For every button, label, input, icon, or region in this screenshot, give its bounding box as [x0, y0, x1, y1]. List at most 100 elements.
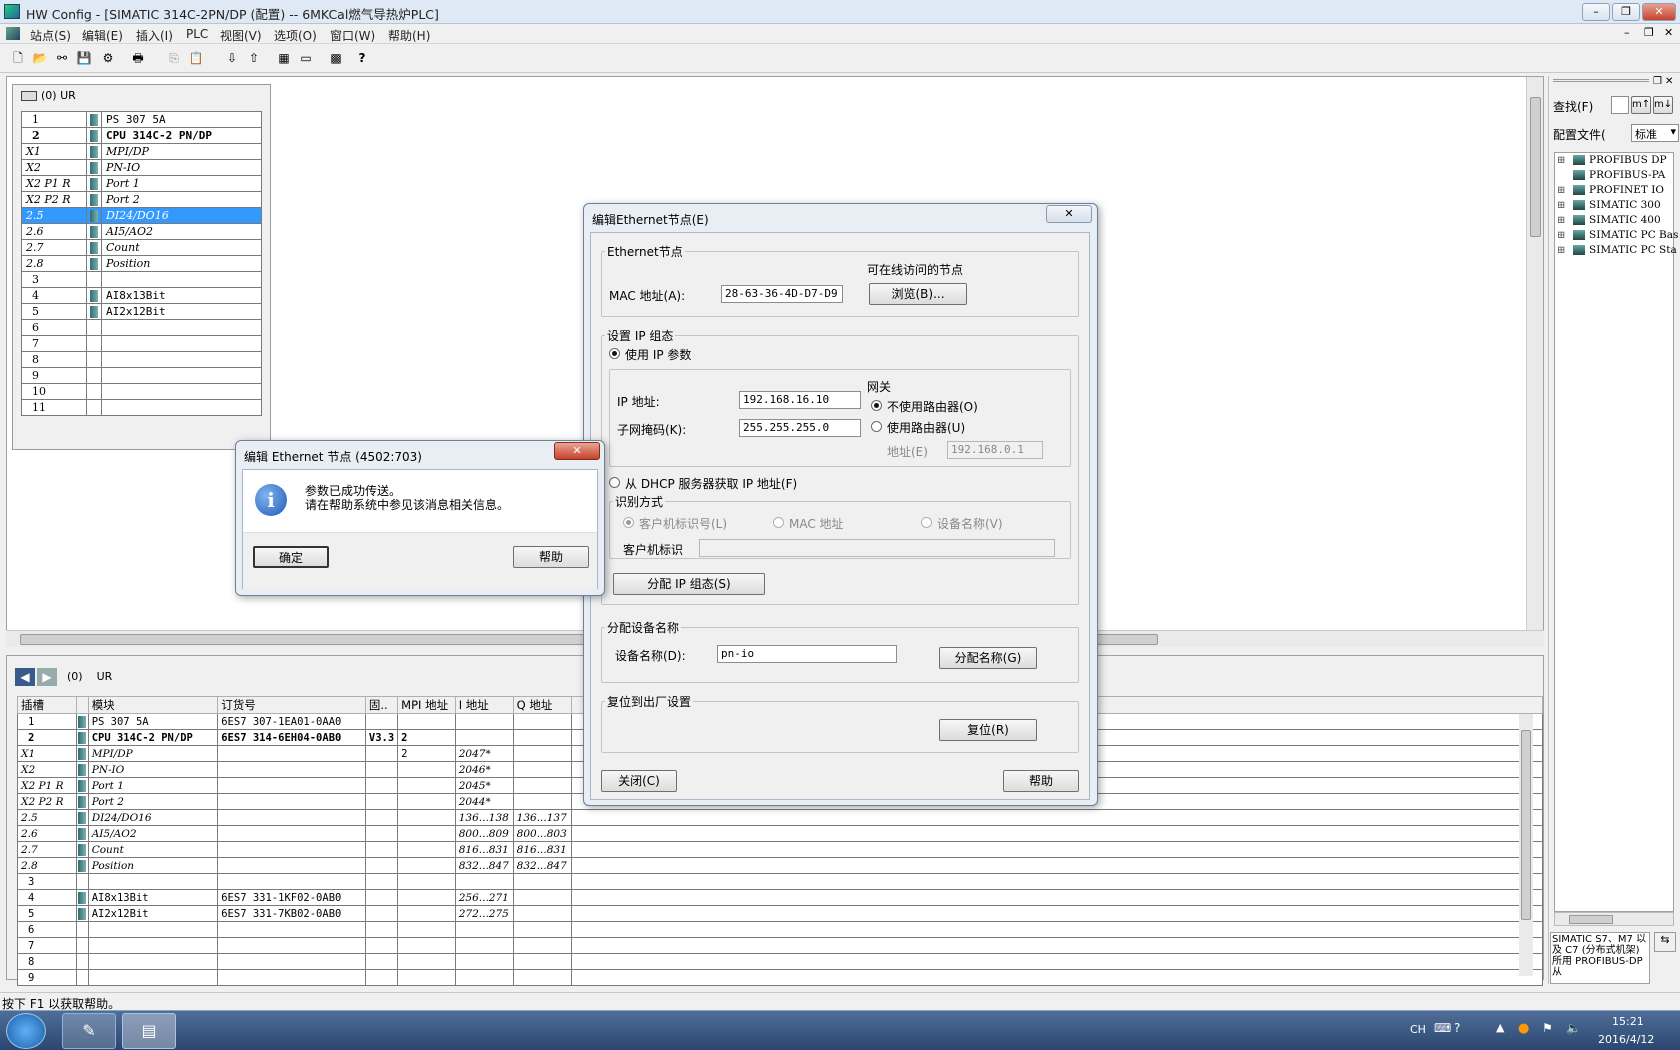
- clock-date[interactable]: 2016/4/12: [1598, 1033, 1654, 1046]
- download-icon[interactable]: ⇩: [222, 48, 242, 68]
- catalog-tree[interactable]: ⊞ PROFIBUS DP PROFIBUS-PA ⊞ PROFINET IO ⊞ SIM…: [1554, 152, 1678, 912]
- menu-insert[interactable]: 插入(I): [136, 27, 173, 44]
- mdi-minimize-icon[interactable]: –: [1624, 26, 1630, 39]
- assign-ip-button[interactable]: 分配 IP 组态(S): [613, 573, 765, 595]
- expand-icon[interactable]: ⊞: [1557, 245, 1569, 256]
- catalog-icon[interactable]: ▦: [274, 48, 294, 68]
- expand-icon[interactable]: ⊞: [1557, 185, 1569, 196]
- compile-icon[interactable]: ⚙: [98, 48, 118, 68]
- volume-icon[interactable]: 🔈: [1566, 1021, 1581, 1035]
- catalog-tree-item[interactable]: PROFIBUS-PA: [1557, 169, 1665, 181]
- rack-row[interactable]: X1 MPI/DP: [21, 143, 262, 160]
- column-header[interactable]: 模块: [87, 696, 219, 714]
- paste-icon[interactable]: 📋: [186, 48, 206, 68]
- eth-dialog-close-button[interactable]: ✕: [1046, 205, 1092, 223]
- catalog-hscroll[interactable]: [1554, 912, 1674, 926]
- eth-help-button[interactable]: 帮助: [1003, 770, 1079, 792]
- table-row[interactable]: 7: [17, 937, 1544, 954]
- table-row[interactable]: 2.6 AI5/AO2 800...809 800...803: [17, 825, 1544, 842]
- rack-row[interactable]: 4 AI8x13Bit: [21, 287, 262, 304]
- profile-select[interactable]: 标准 ▾: [1631, 124, 1679, 142]
- client-id-radio[interactable]: [623, 517, 634, 528]
- rack-ur[interactable]: (0) UR 1 PS 307 5A 2 CPU 314C-2 PN/DP X1 MPI/…: [12, 84, 271, 450]
- table-row[interactable]: 6: [17, 921, 1544, 938]
- use-router-radio[interactable]: [871, 421, 882, 432]
- table-row[interactable]: 3: [17, 873, 1544, 890]
- catalog-tree-item[interactable]: ⊞ PROFINET IO: [1557, 184, 1664, 196]
- help-tray-icon[interactable]: ?: [1454, 1021, 1460, 1035]
- menu-options[interactable]: 选项(O): [274, 27, 317, 44]
- back-arrow-icon[interactable]: ◀: [15, 668, 35, 686]
- ok-button[interactable]: 确定: [253, 546, 329, 568]
- browse-button[interactable]: 浏览(B)...: [869, 283, 967, 305]
- column-header[interactable]: [75, 696, 89, 714]
- catalog-close-icon[interactable]: ✕: [1665, 76, 1673, 87]
- expand-icon[interactable]: ⊞: [1557, 215, 1569, 226]
- rack-row[interactable]: X2 P2 R Port 2: [21, 191, 262, 208]
- catalog-tree-item[interactable]: ⊞ SIMATIC PC Bas: [1557, 229, 1678, 241]
- catalog-tree-item[interactable]: ⊞ SIMATIC 300: [1557, 199, 1661, 211]
- network-icon[interactable]: ⚯: [52, 48, 72, 68]
- find-input[interactable]: [1611, 96, 1629, 114]
- menu-help[interactable]: 帮助(H): [388, 27, 430, 44]
- router-address-input[interactable]: 192.168.0.1: [947, 441, 1043, 459]
- subnet-mask-input[interactable]: 255.255.255.0: [739, 419, 861, 437]
- mac-address-radio[interactable]: [773, 517, 784, 528]
- find-prev-button[interactable]: m↓: [1653, 96, 1673, 114]
- rack-row[interactable]: 8: [21, 351, 262, 368]
- message-help-button[interactable]: 帮助: [513, 546, 589, 568]
- taskbar-app-hwconfig[interactable]: ▤: [122, 1013, 176, 1049]
- client-id-input[interactable]: [699, 539, 1055, 557]
- open-icon[interactable]: 📂: [30, 48, 50, 68]
- rack-row[interactable]: 2.5 DI24/DO16: [21, 207, 262, 224]
- language-indicator[interactable]: CH: [1410, 1023, 1426, 1036]
- no-router-radio[interactable]: [871, 400, 882, 411]
- expand-icon[interactable]: ⊞: [1557, 155, 1569, 166]
- show-hidden-icons[interactable]: ▲: [1496, 1021, 1504, 1034]
- forward-arrow-icon[interactable]: ▶: [37, 668, 57, 686]
- menu-edit[interactable]: 编辑(E): [82, 27, 123, 44]
- taskbar-app-1[interactable]: ✎: [62, 1013, 116, 1049]
- rack-row[interactable]: 10: [21, 383, 262, 400]
- find-next-button[interactable]: m↑: [1631, 96, 1651, 114]
- rack-row[interactable]: X2 P1 R Port 1: [21, 175, 262, 192]
- device-name-input[interactable]: pn-io: [717, 645, 897, 663]
- column-header[interactable]: 固..: [364, 696, 399, 714]
- detail-vscroll[interactable]: [1519, 714, 1533, 976]
- save-icon[interactable]: 💾: [74, 48, 94, 68]
- upload-icon[interactable]: ⇧: [244, 48, 264, 68]
- column-header[interactable]: I 地址: [454, 696, 514, 714]
- assign-name-button[interactable]: 分配名称(G): [939, 647, 1037, 669]
- minimize-button[interactable]: –: [1582, 3, 1610, 21]
- menu-plc[interactable]: PLC: [186, 27, 208, 41]
- print-icon[interactable]: 🖶: [128, 48, 148, 68]
- use-ip-radio[interactable]: [609, 348, 620, 359]
- dhcp-radio[interactable]: [609, 477, 620, 488]
- mdi-close-icon[interactable]: ✕: [1664, 26, 1673, 39]
- rack-row[interactable]: 7: [21, 335, 262, 352]
- close-button[interactable]: ✕: [1642, 3, 1676, 21]
- keyboard-icon[interactable]: ⌨: [1434, 1021, 1451, 1035]
- rack-row[interactable]: 2 CPU 314C-2 PN/DP: [21, 127, 262, 144]
- table-row[interactable]: 5 AI2x12Bit 6ES7 331-7KB02-0AB0 272...275: [17, 905, 1544, 922]
- menu-view[interactable]: 视图(V): [220, 27, 262, 44]
- device-name-radio[interactable]: [921, 517, 932, 528]
- window-icon[interactable]: ▭: [296, 48, 316, 68]
- rack-row[interactable]: 3: [21, 271, 262, 288]
- copy-icon[interactable]: ⎘: [164, 48, 184, 68]
- catalog-info-icon[interactable]: ⇆: [1654, 932, 1676, 952]
- menu-station[interactable]: 站点(S): [30, 27, 71, 44]
- catalog-float-icon[interactable]: ❐: [1653, 76, 1662, 87]
- menu-window[interactable]: 窗口(W): [330, 27, 375, 44]
- table-row[interactable]: 2.5 DI24/DO16 136...138 136...137: [17, 809, 1544, 826]
- mac-address-input[interactable]: 28-63-36-4D-D7-D9: [721, 285, 843, 303]
- clock-time[interactable]: 15:21: [1612, 1015, 1644, 1028]
- station-vscroll[interactable]: [1526, 77, 1543, 630]
- rack-row[interactable]: 2.8 Position: [21, 255, 262, 272]
- whats-this-icon[interactable]: ?: [352, 48, 372, 68]
- rack-row[interactable]: 5 AI2x12Bit: [21, 303, 262, 320]
- close-dialog-button[interactable]: 关闭(C): [601, 770, 677, 792]
- catalog-tree-item[interactable]: ⊞ SIMATIC 400: [1557, 214, 1661, 226]
- mdi-restore-icon[interactable]: ❐: [1644, 26, 1654, 39]
- config-network-icon[interactable]: ▩: [326, 48, 346, 68]
